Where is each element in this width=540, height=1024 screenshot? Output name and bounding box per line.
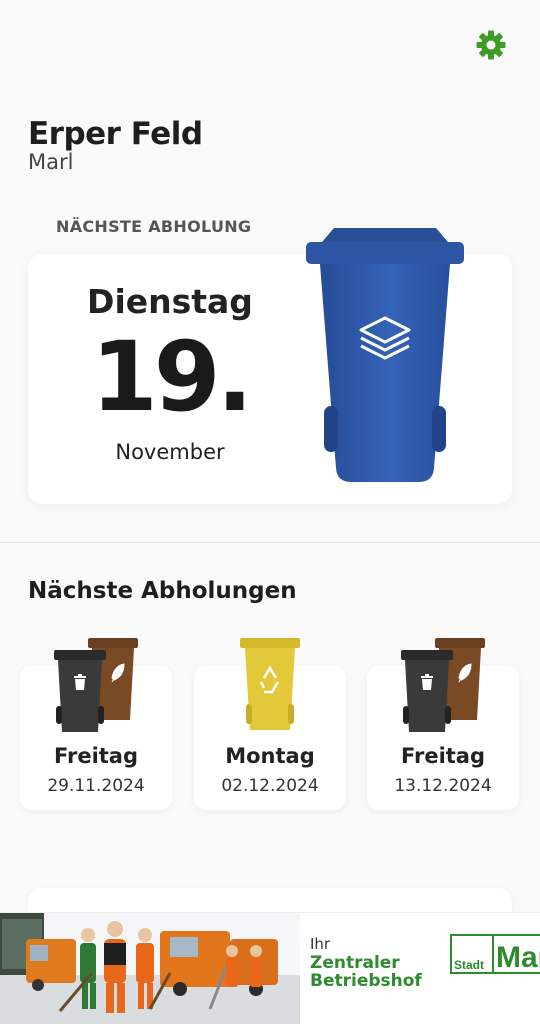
stadt-marl-logo: Stadt Marl (450, 934, 540, 974)
logo-text-big: Marl (496, 941, 540, 974)
settings-button[interactable] (474, 28, 508, 62)
upcoming-date: 29.11.2024 (47, 776, 145, 796)
next-pickup-weekday: Dienstag (87, 282, 253, 321)
advertising-banner[interactable]: Ihr Zentraler Betriebshof Stadt Marl (0, 912, 540, 1024)
section-divider (0, 542, 540, 543)
next-pickup-label: NÄCHSTE ABHOLUNG (56, 217, 252, 236)
trash-icon (74, 674, 86, 690)
workers-vehicles-photo (0, 913, 300, 1024)
gear-icon (476, 30, 506, 60)
blue-paper-bin-image (306, 228, 464, 482)
black-residual-bin (401, 650, 453, 732)
trash-icon (421, 674, 433, 690)
upcoming-weekday: Freitag (400, 744, 486, 768)
banner-line-2: Zentraler (310, 953, 400, 973)
next-pickup-day: 19. (90, 321, 253, 433)
logo-text-small: Stadt (454, 958, 484, 972)
upcoming-weekday: Freitag (53, 744, 139, 768)
banner-line-1: Ihr (310, 935, 331, 953)
location-city: Marl (28, 150, 74, 174)
black-residual-bin (54, 650, 106, 732)
location-name: Erper Feld (28, 116, 203, 152)
yellow-bin-image (240, 638, 300, 730)
black-brown-bins-image (401, 638, 485, 732)
black-brown-bins-image (54, 638, 138, 732)
upcoming-date: 13.12.2024 (394, 776, 492, 796)
upcoming-item-2[interactable]: Montag 02.12.2024 (194, 638, 346, 810)
upcoming-item-3[interactable]: Freitag 13.12.2024 (367, 638, 519, 810)
banner-line-3: Betriebshof (310, 971, 422, 991)
yellow-recycling-bin (240, 638, 300, 730)
next-pickup-month: November (115, 440, 225, 464)
upcoming-date: 02.12.2024 (221, 776, 319, 796)
upcoming-title: Nächste Abholungen (28, 578, 297, 604)
upcoming-item-1[interactable]: Freitag 29.11.2024 (20, 638, 172, 810)
upcoming-weekday: Montag (225, 744, 315, 768)
